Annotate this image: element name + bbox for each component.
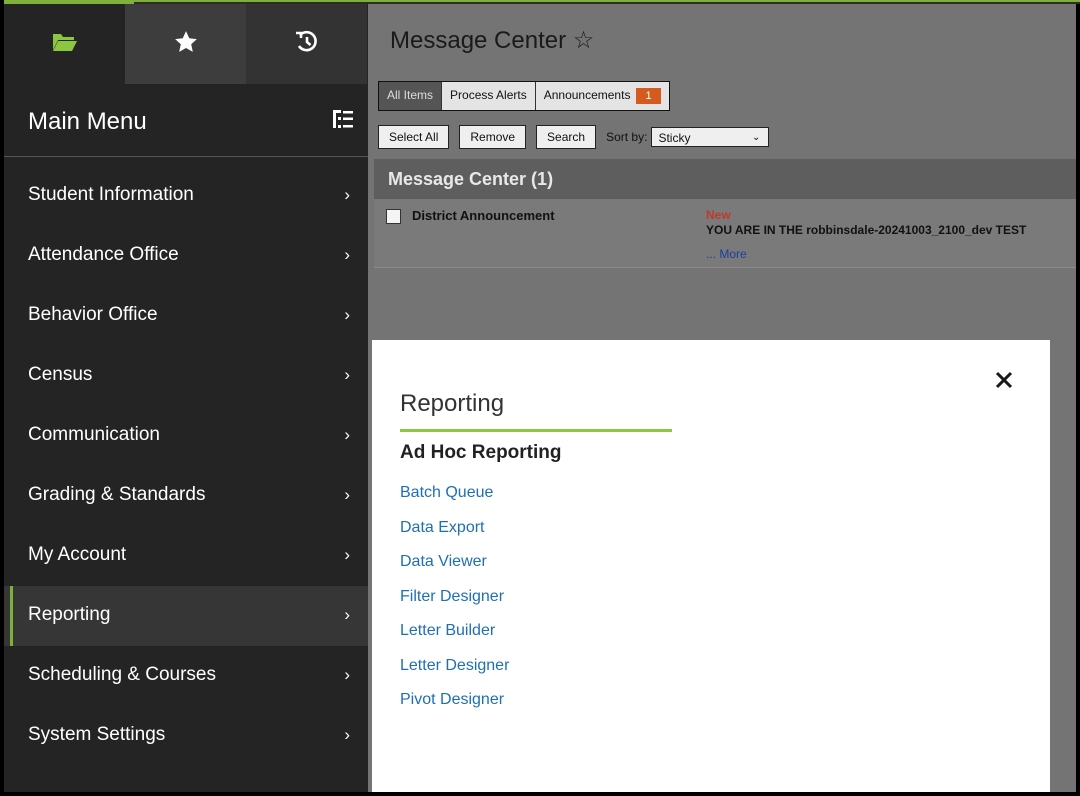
chevron-right-icon: › xyxy=(344,725,350,744)
chevron-down-icon: ⌄ xyxy=(752,132,761,143)
select-all-button[interactable]: Select All xyxy=(378,125,450,149)
chevron-right-icon: › xyxy=(344,605,350,624)
sidebar-item-student-information[interactable]: Student Information › xyxy=(4,166,368,226)
sidebar: Main Menu Student Information › Attendanc… xyxy=(4,4,368,792)
sidebar-item-label: Reporting xyxy=(28,604,111,625)
list-toggle-icon[interactable] xyxy=(332,108,356,132)
list-item: District Announcement New YOU ARE IN THE… xyxy=(374,199,1076,268)
app-window: Main Menu Student Information › Attendanc… xyxy=(4,4,1076,792)
link-letter-builder[interactable]: Letter Builder xyxy=(400,622,509,657)
chevron-right-icon: › xyxy=(344,305,350,324)
sidebar-item-system-settings[interactable]: System Settings › xyxy=(4,706,368,766)
sidebar-item-my-account[interactable]: My Account › xyxy=(4,526,368,586)
sidebar-item-label: Attendance Office xyxy=(28,244,179,265)
action-toolbar: Select All Remove Search Sort by: Sticky… xyxy=(378,125,770,149)
main-content: Message Center ☆ All Items Process Alert… xyxy=(368,4,1076,792)
link-data-viewer[interactable]: Data Viewer xyxy=(400,553,509,588)
main-menu-list: Student Information › Attendance Office › … xyxy=(4,166,368,766)
sort-select-value: Sticky xyxy=(658,131,691,145)
sort-label: Sort by: xyxy=(606,130,648,144)
panel-subtitle: Ad Hoc Reporting xyxy=(400,442,562,463)
sidebar-item-behavior-office[interactable]: Behavior Office › xyxy=(4,286,368,346)
sidebar-item-reporting[interactable]: Reporting › xyxy=(4,586,368,646)
history-icon xyxy=(295,30,319,59)
tab-announcements-label: Announcements xyxy=(543,88,631,102)
message-center-header: Message Center (1) xyxy=(374,159,1076,199)
sidebar-tabs xyxy=(4,4,368,84)
sidebar-item-scheduling-courses[interactable]: Scheduling & Courses › xyxy=(4,646,368,706)
remove-button[interactable]: Remove xyxy=(459,125,527,149)
chevron-right-icon: › xyxy=(344,425,350,444)
message-tabs: All Items Process Alerts Announcements 1 xyxy=(378,81,670,111)
sidebar-item-label: My Account xyxy=(28,544,127,565)
link-batch-queue[interactable]: Batch Queue xyxy=(400,484,509,519)
folder-icon xyxy=(52,31,78,58)
tab-process-alerts[interactable]: Process Alerts xyxy=(442,82,536,110)
page-title: Message Center ☆ xyxy=(390,27,595,54)
sidebar-item-label: Communication xyxy=(28,424,160,445)
message-center-count-title: Message Center (1) xyxy=(388,169,554,189)
sort-select[interactable]: Sticky ⌄ xyxy=(651,127,770,147)
chevron-right-icon: › xyxy=(344,245,350,264)
link-pivot-designer[interactable]: Pivot Designer xyxy=(400,691,509,726)
sidebar-item-label: Census xyxy=(28,364,93,385)
sidebar-item-attendance-office[interactable]: Attendance Office › xyxy=(4,226,368,286)
chevron-right-icon: › xyxy=(344,365,350,384)
tab-announcements[interactable]: Announcements 1 xyxy=(536,82,669,110)
sidebar-item-communication[interactable]: Communication › xyxy=(4,406,368,466)
main-menu-header: Main Menu xyxy=(4,84,368,157)
tab-history[interactable] xyxy=(246,4,367,84)
sidebar-item-census[interactable]: Census › xyxy=(4,346,368,406)
tab-favorites[interactable] xyxy=(125,4,246,84)
message-title: District Announcement xyxy=(412,208,555,223)
panel-title-underline xyxy=(400,429,672,432)
chevron-right-icon: › xyxy=(344,485,350,504)
chevron-right-icon: › xyxy=(344,545,350,564)
chevron-right-icon: › xyxy=(344,185,350,204)
more-link[interactable]: ... More xyxy=(706,247,747,261)
tab-all-items[interactable]: All Items xyxy=(379,82,443,110)
sidebar-item-label: Behavior Office xyxy=(28,304,158,325)
close-icon[interactable] xyxy=(994,370,1020,396)
main-menu-title: Main Menu xyxy=(28,108,147,135)
reporting-panel: Reporting Ad Hoc Reporting Batch Queue D… xyxy=(372,340,1050,792)
report-links: Batch Queue Data Export Data Viewer Filt… xyxy=(400,484,509,726)
new-status-label: New xyxy=(706,208,731,222)
announcements-count-badge: 1 xyxy=(636,88,661,104)
star-icon xyxy=(173,29,199,60)
sidebar-item-label: System Settings xyxy=(28,724,166,745)
panel-title: Reporting xyxy=(400,390,505,417)
link-filter-designer[interactable]: Filter Designer xyxy=(400,588,509,623)
sidebar-item-label: Scheduling & Courses xyxy=(28,664,216,685)
sidebar-item-grading-standards[interactable]: Grading & Standards › xyxy=(4,466,368,526)
link-letter-designer[interactable]: Letter Designer xyxy=(400,657,509,692)
sidebar-item-label: Grading & Standards xyxy=(28,484,206,505)
tab-folder[interactable] xyxy=(4,4,125,84)
chevron-right-icon: › xyxy=(344,665,350,684)
link-data-export[interactable]: Data Export xyxy=(400,519,509,554)
message-text: YOU ARE IN THE robbinsdale-20241003_2100… xyxy=(706,223,1027,237)
search-button[interactable]: Search xyxy=(536,125,597,149)
sidebar-item-label: Student Information xyxy=(28,184,194,205)
message-checkbox[interactable] xyxy=(386,209,401,224)
